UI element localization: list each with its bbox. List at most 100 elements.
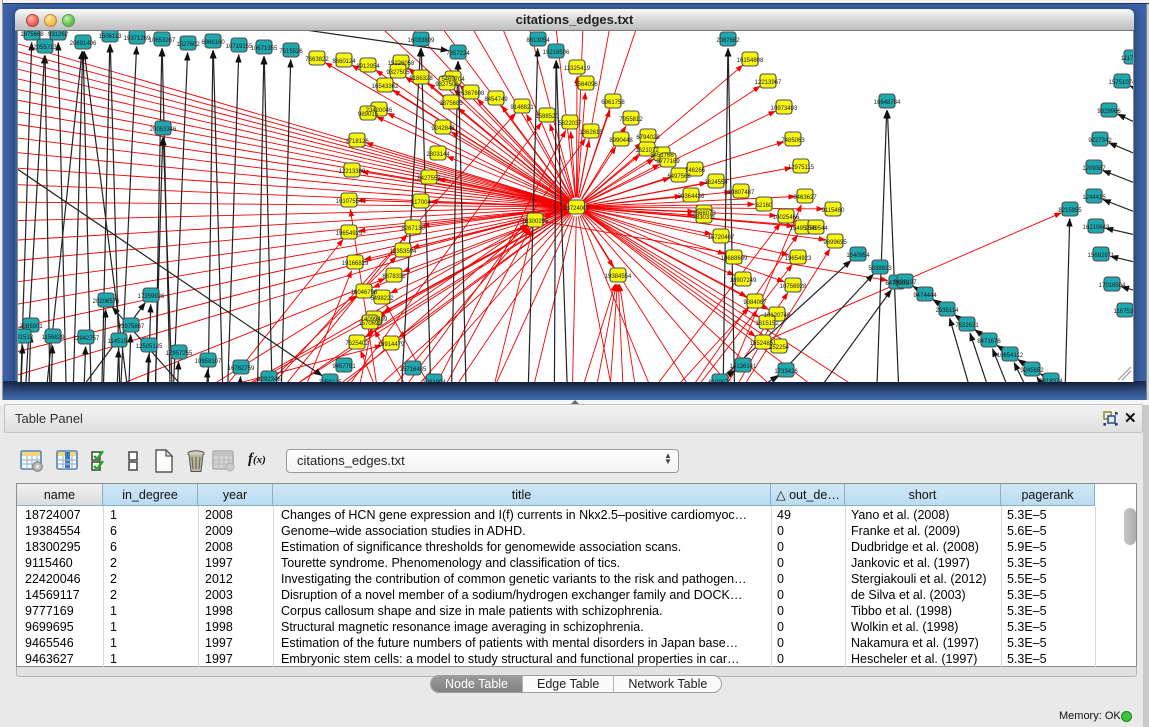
- svg-text:10120746: 10120746: [764, 313, 791, 319]
- svg-text:989015: 989015: [358, 112, 379, 118]
- svg-text:9818374: 9818374: [1039, 379, 1063, 382]
- svg-text:2718126: 2718126: [345, 139, 369, 145]
- svg-text:6961758: 6961758: [601, 100, 625, 106]
- svg-text:8660124: 8660124: [332, 59, 356, 65]
- svg-text:8471676: 8471676: [977, 339, 1001, 345]
- svg-text:7357224: 7357224: [446, 51, 470, 57]
- svg-text:391513: 391513: [18, 335, 34, 341]
- svg-text:19654923: 19654923: [785, 256, 812, 262]
- svg-text:19371269: 19371269: [124, 36, 151, 42]
- svg-text:93975867: 93975867: [118, 324, 145, 330]
- svg-text:1549544: 1549544: [804, 226, 828, 232]
- svg-text:8267130: 8267130: [401, 226, 425, 232]
- svg-text:2085901: 2085901: [19, 324, 43, 330]
- svg-text:5822037: 5822037: [558, 121, 582, 127]
- svg-text:3624554: 3624554: [704, 180, 728, 186]
- svg-text:16033809: 16033809: [408, 38, 435, 44]
- svg-text:1167533: 1167533: [1114, 309, 1134, 315]
- svg-text:1733426: 1733426: [774, 369, 798, 375]
- svg-text:12213967: 12213967: [755, 80, 782, 86]
- svg-text:9115460: 9115460: [822, 208, 846, 214]
- svg-text:17957255: 17957255: [166, 351, 193, 357]
- svg-text:18907249: 18907249: [730, 278, 757, 284]
- svg-text:15226058: 15226058: [388, 61, 415, 67]
- svg-text:15716485: 15716485: [400, 367, 427, 373]
- svg-text:62160: 62160: [756, 203, 773, 209]
- svg-text:20691406: 20691406: [70, 41, 97, 47]
- svg-text:2087682: 2087682: [716, 38, 740, 44]
- svg-text:5938923: 5938923: [868, 266, 892, 272]
- svg-text:8990448: 8990448: [609, 138, 633, 144]
- svg-text:10653267: 10653267: [149, 38, 176, 44]
- svg-text:10671355: 10671355: [251, 46, 278, 52]
- svg-text:20206576: 20206576: [93, 299, 120, 305]
- svg-text:931262: 931262: [48, 32, 69, 38]
- svg-text:1875668: 1875668: [20, 32, 44, 38]
- svg-text:19218506: 19218506: [543, 50, 570, 56]
- svg-text:19654925: 19654925: [336, 231, 363, 237]
- svg-text:9329966: 9329966: [1097, 109, 1121, 115]
- svg-text:1640954: 1640954: [846, 253, 870, 259]
- svg-text:8878332: 8878332: [382, 274, 406, 280]
- svg-text:26367608: 26367608: [458, 91, 485, 97]
- svg-text:16648784: 16648784: [874, 100, 901, 106]
- svg-text:1145194: 1145194: [108, 339, 132, 345]
- svg-text:8186328: 8186328: [409, 76, 433, 82]
- svg-text:19384554: 19384554: [605, 274, 632, 280]
- svg-text:15692971: 15692971: [1088, 253, 1115, 259]
- svg-text:10107554: 10107554: [336, 199, 363, 205]
- svg-text:1156829: 1156829: [42, 335, 66, 341]
- svg-text:2055713: 2055713: [33, 45, 57, 51]
- svg-text:8813054: 8813054: [526, 38, 550, 44]
- svg-text:117004: 117004: [411, 200, 431, 206]
- svg-text:2803144: 2803144: [426, 152, 450, 158]
- svg-text:16782759: 16782759: [228, 366, 255, 372]
- svg-text:10807487: 10807487: [728, 190, 755, 196]
- svg-text:9899695: 9899695: [823, 240, 847, 246]
- svg-text:18724007: 18724007: [563, 206, 590, 212]
- svg-text:6966160: 6966160: [201, 40, 225, 46]
- svg-text:1615152: 1615152: [755, 321, 779, 327]
- svg-text:9084067: 9084067: [743, 300, 767, 306]
- svg-text:8454749: 8454749: [484, 97, 508, 103]
- svg-text:12505135: 12505135: [136, 344, 163, 350]
- svg-text:9242848: 9242848: [431, 126, 455, 132]
- svg-text:1209387: 1209387: [1082, 166, 1106, 172]
- svg-text:12975115: 12975115: [788, 165, 815, 171]
- svg-text:8215955: 8215955: [1058, 208, 1082, 214]
- svg-text:16543362: 16543362: [372, 84, 399, 90]
- svg-text:9439197: 9439197: [893, 280, 917, 286]
- svg-text:18300295: 18300295: [522, 219, 549, 225]
- svg-text:8100071: 8100071: [708, 380, 732, 382]
- svg-text:1527602: 1527602: [176, 42, 200, 48]
- svg-text:11325419: 11325419: [564, 66, 591, 72]
- svg-text:7663822: 7663822: [305, 57, 329, 63]
- svg-text:1081904: 1081904: [422, 380, 446, 382]
- svg-text:12942757: 12942757: [73, 336, 100, 342]
- svg-text:7955812: 7955812: [619, 117, 643, 123]
- svg-text:6497568: 6497568: [667, 174, 691, 180]
- svg-text:2935114: 2935114: [936, 308, 960, 314]
- svg-text:10654112: 10654112: [997, 353, 1024, 359]
- svg-text:20053346: 20053346: [150, 127, 177, 133]
- svg-text:10973493: 10973493: [771, 106, 798, 112]
- svg-text:8912954: 8912954: [356, 64, 380, 70]
- svg-text:9457791: 9457791: [332, 364, 356, 370]
- svg-text:19166829: 19166829: [342, 261, 369, 267]
- svg-text:9245652: 9245652: [1020, 368, 1044, 374]
- svg-text:12353594: 12353594: [390, 249, 417, 255]
- svg-text:1362615: 1362615: [579, 130, 603, 136]
- svg-text:5498222: 5498222: [370, 296, 394, 302]
- svg-text:1570699: 1570699: [358, 321, 382, 327]
- svg-text:3875685: 3875685: [439, 101, 463, 107]
- svg-text:20364436: 20364436: [678, 194, 705, 200]
- svg-text:6794028: 6794028: [636, 135, 660, 141]
- svg-text:252254: 252254: [769, 345, 790, 351]
- svg-text:10958107: 10958107: [195, 359, 222, 365]
- svg-text:7632621: 7632621: [955, 323, 979, 329]
- svg-text:7515526: 7515526: [279, 49, 303, 55]
- svg-text:14136141: 14136141: [730, 364, 757, 370]
- svg-text:10025466: 10025466: [773, 215, 800, 221]
- svg-text:16154808: 16154808: [737, 58, 764, 64]
- svg-text:7485063: 7485063: [781, 138, 805, 144]
